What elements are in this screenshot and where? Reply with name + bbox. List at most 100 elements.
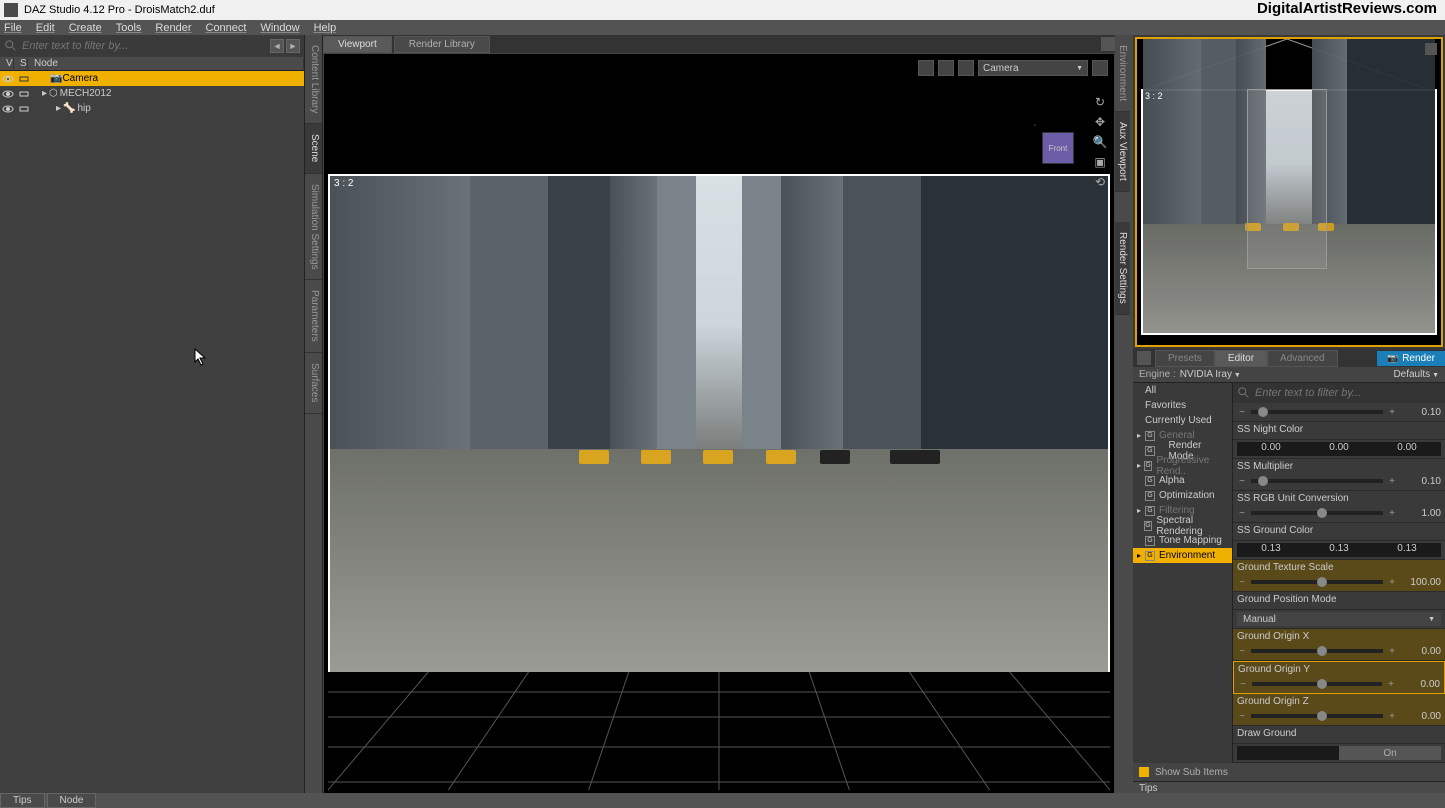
col-node[interactable]: Node: [28, 58, 304, 69]
tab-content-library[interactable]: Content Library: [305, 35, 322, 124]
param-ground-origin-y[interactable]: Ground Origin Y−+0.00: [1233, 661, 1445, 694]
category-progressive-rend-[interactable]: ▸GProgressive Rend..: [1133, 458, 1232, 473]
cursor-icon: [194, 348, 208, 366]
viewport-options-icon[interactable]: [1092, 60, 1108, 76]
scene-filter-input[interactable]: [22, 40, 268, 52]
scene-row-mech[interactable]: ▸ ⬡ MECH2012: [0, 86, 304, 101]
col-visibility[interactable]: V: [0, 58, 14, 69]
menu-render[interactable]: Render: [155, 22, 191, 34]
app-icon: [4, 3, 18, 17]
filter-next-button[interactable]: ►: [286, 39, 300, 53]
cube-face[interactable]: Front: [1042, 132, 1074, 164]
menu-help[interactable]: Help: [314, 22, 337, 34]
tab-render-settings[interactable]: Render Settings: [1115, 222, 1130, 315]
scene-row-camera[interactable]: 📷 Camera: [0, 71, 304, 86]
bone-icon[interactable]: [18, 74, 30, 84]
param-ss-rgb-unit-conversion[interactable]: SS RGB Unit Conversion−+1.00: [1233, 491, 1445, 523]
category-all[interactable]: All: [1133, 383, 1232, 398]
figure-icon: ⬡: [49, 88, 58, 99]
status-tab-tips[interactable]: Tips: [0, 793, 45, 808]
param-ground-origin-z[interactable]: Ground Origin Z−+0.00: [1233, 694, 1445, 726]
eye-icon[interactable]: [2, 74, 14, 84]
orbit-icon[interactable]: ↻: [1092, 94, 1108, 110]
menu-tools[interactable]: Tools: [116, 22, 142, 34]
category-optimization[interactable]: GOptimization: [1133, 488, 1232, 503]
camera-sel-icon[interactable]: [958, 60, 974, 76]
drawstyle-icon[interactable]: [918, 60, 934, 76]
bone-icon[interactable]: [18, 89, 30, 99]
param-filter-input[interactable]: [1255, 387, 1441, 399]
defaults-dropdown[interactable]: Defaults: [1393, 369, 1439, 380]
bone-icon[interactable]: [18, 104, 30, 114]
node-label: Camera: [62, 73, 98, 84]
tab-presets[interactable]: Presets: [1155, 350, 1215, 367]
status-tab-node[interactable]: Node: [47, 793, 97, 808]
tab-environment[interactable]: Environment: [1115, 35, 1130, 112]
menu-edit[interactable]: Edit: [36, 22, 55, 34]
panel-menu-icon[interactable]: [1137, 351, 1151, 365]
nav-cube[interactable]: Front: [1034, 124, 1084, 174]
eye-icon[interactable]: [2, 104, 14, 114]
viewport-surface[interactable]: Camera ↻ ✥ 🔍 ▣ ⟲ Front 3 : 2: [323, 53, 1115, 795]
param-toggle[interactable]: On: [1233, 744, 1445, 763]
category-favorites[interactable]: Favorites: [1133, 398, 1232, 413]
col-select[interactable]: S: [14, 58, 28, 69]
aux-selection-box[interactable]: [1247, 89, 1327, 269]
menu-connect[interactable]: Connect: [206, 22, 247, 34]
param-triple[interactable]: 0.130.130.13: [1233, 541, 1445, 560]
render-settings-tabs: Presets Editor Advanced Render: [1133, 349, 1445, 367]
category-tone-mapping[interactable]: GTone Mapping: [1133, 533, 1232, 548]
frame-icon[interactable]: ▣: [1092, 154, 1108, 170]
render-button[interactable]: Render: [1377, 351, 1445, 366]
watermark: DigitalArtistReviews.com: [1257, 0, 1437, 17]
wireframe-icon[interactable]: [938, 60, 954, 76]
param-ground-texture-scale[interactable]: Ground Texture Scale−+100.00: [1233, 560, 1445, 592]
title-bar: DAZ Studio 4.12 Pro - DroisMatch2.duf: [0, 0, 1445, 20]
aspect-label: 3 : 2: [334, 178, 353, 189]
menu-create[interactable]: Create: [69, 22, 102, 34]
aux-viewport[interactable]: 3 : 2: [1135, 37, 1443, 347]
param-drop[interactable]: Manual: [1233, 610, 1445, 629]
param-slider[interactable]: −+0.10: [1233, 403, 1445, 422]
scene-panel: ◄ ► V S Node 📷 Camera ▸ ⬡ MECH2012: [0, 35, 305, 795]
tab-surfaces[interactable]: Surfaces: [305, 353, 322, 413]
tab-viewport[interactable]: Viewport: [323, 36, 392, 53]
eye-icon[interactable]: [2, 89, 14, 99]
param-draw-ground[interactable]: Draw Ground: [1233, 726, 1445, 744]
panel-menu-icon[interactable]: [1101, 37, 1115, 51]
pan-icon[interactable]: ✥: [1092, 114, 1108, 130]
search-icon: [1237, 386, 1251, 400]
param-ground-origin-x[interactable]: Ground Origin X−+0.00: [1233, 629, 1445, 661]
param-ss-ground-color[interactable]: SS Ground Color: [1233, 523, 1445, 541]
tab-render-library[interactable]: Render Library: [394, 36, 490, 53]
zoom-icon[interactable]: 🔍: [1092, 134, 1108, 150]
category-spectral-rendering[interactable]: GSpectral Rendering: [1133, 518, 1232, 533]
window-title: DAZ Studio 4.12 Pro - DroisMatch2.duf: [24, 4, 215, 16]
expand-icon[interactable]: ▸: [42, 88, 47, 99]
param-triple[interactable]: 0.000.000.00: [1233, 440, 1445, 459]
show-sub-items[interactable]: Show Sub Items: [1133, 763, 1445, 781]
camera-dropdown[interactable]: Camera: [978, 60, 1088, 76]
checkbox-icon[interactable]: [1139, 767, 1149, 777]
tab-aux-viewport[interactable]: Aux Viewport: [1115, 112, 1130, 192]
expand-icon[interactable]: ▸: [56, 103, 61, 114]
left-side-tabs: Content Library Scene Simulation Setting…: [305, 35, 323, 795]
tab-advanced[interactable]: Advanced: [1267, 350, 1337, 367]
tab-simulation[interactable]: Simulation Settings: [305, 174, 322, 281]
aux-options-icon[interactable]: [1425, 43, 1437, 55]
param-ss-night-color[interactable]: SS Night Color: [1233, 422, 1445, 440]
tab-parameters[interactable]: Parameters: [305, 280, 322, 353]
scene-row-hip[interactable]: ▸ 🦴 hip: [0, 101, 304, 116]
param-ss-multiplier[interactable]: SS Multiplier−+0.10: [1233, 459, 1445, 491]
menu-file[interactable]: File: [4, 22, 22, 34]
param-ground-position-mode[interactable]: Ground Position Mode: [1233, 592, 1445, 610]
tab-scene[interactable]: Scene: [305, 124, 322, 173]
menu-window[interactable]: Window: [260, 22, 299, 34]
param-filter-bar: [1233, 383, 1445, 403]
engine-dropdown[interactable]: NVIDIA Iray: [1180, 369, 1241, 380]
tab-editor[interactable]: Editor: [1215, 350, 1267, 367]
category-environment[interactable]: ▸GEnvironment: [1133, 548, 1232, 563]
reset-icon[interactable]: ⟲: [1092, 174, 1108, 190]
filter-prev-button[interactable]: ◄: [270, 39, 284, 53]
category-currently-used[interactable]: Currently Used: [1133, 413, 1232, 428]
